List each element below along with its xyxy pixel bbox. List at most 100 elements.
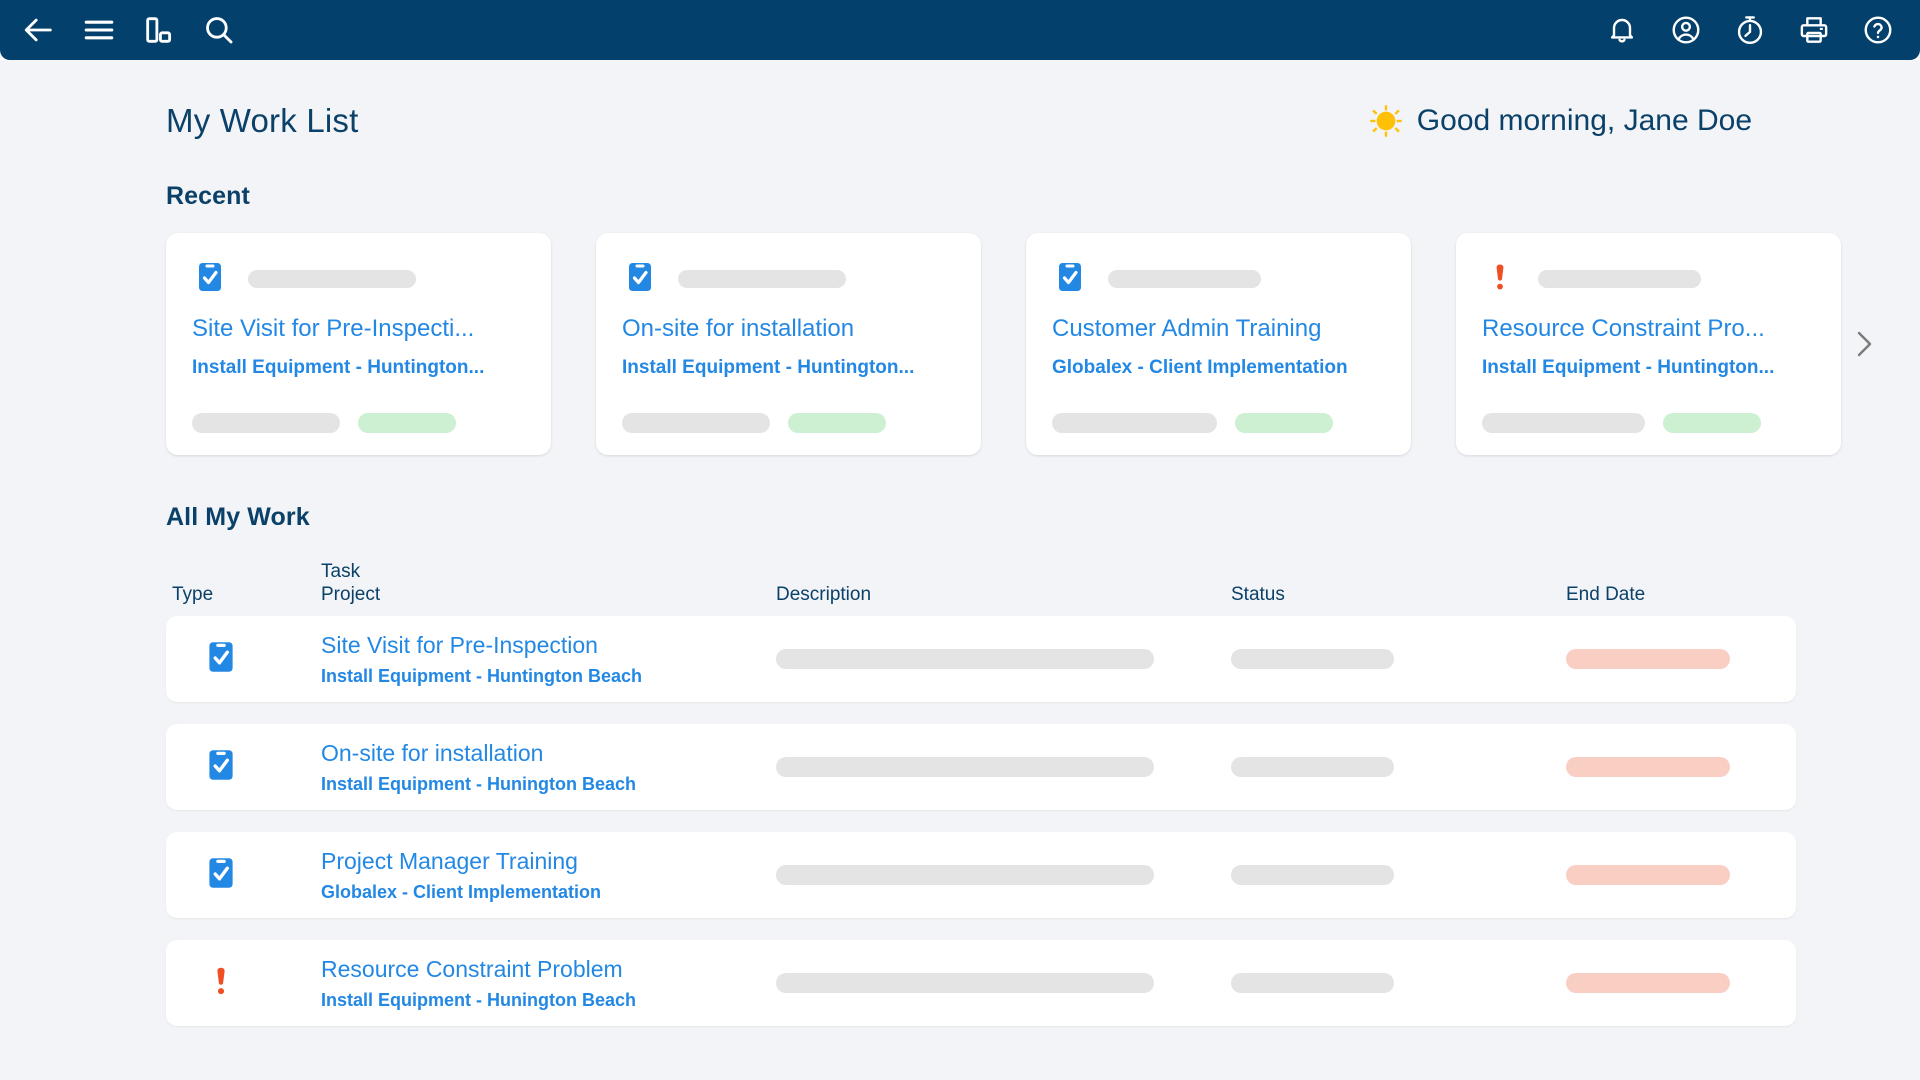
- recent-card-title: On-site for installation: [622, 315, 855, 342]
- table-row[interactable]: On-site for installation Install Equipme…: [166, 724, 1796, 811]
- back-arrow-icon[interactable]: [22, 13, 56, 47]
- description-skeleton: [776, 649, 1154, 670]
- row-task-name[interactable]: Project Manager Training: [321, 847, 776, 876]
- all-my-work-title: All My Work: [166, 503, 310, 531]
- row-status-cell: [1231, 973, 1566, 994]
- row-task-cell: Resource Constraint Problem Install Equi…: [321, 955, 776, 1012]
- clipboard-check-icon: [202, 638, 240, 681]
- bell-icon[interactable]: [1606, 14, 1638, 46]
- column-header-type: Type: [172, 584, 214, 606]
- recent-card-footer: [1052, 413, 1385, 433]
- chevron-right-icon[interactable]: [1844, 324, 1884, 364]
- recent-card[interactable]: Customer Admin Training Globalex - Clien…: [1026, 233, 1411, 455]
- row-task-name[interactable]: Site Visit for Pre-Inspection: [321, 631, 776, 660]
- row-task-cell: On-site for installation Install Equipme…: [321, 739, 776, 796]
- table-row[interactable]: Resource Constraint Problem Install Equi…: [166, 940, 1796, 1027]
- card-badge-skeleton: [1663, 413, 1761, 433]
- hamburger-menu-icon[interactable]: [82, 13, 116, 47]
- header-left-icon-group: [22, 13, 236, 47]
- row-status-cell: [1231, 757, 1566, 778]
- recent-card-footer: [192, 413, 525, 433]
- row-description-cell: [776, 757, 1231, 778]
- row-end-date-cell: [1566, 865, 1796, 886]
- clipboard-check-icon: [202, 746, 240, 789]
- page-content: My Work List Good morning, Jane Doe Rece…: [0, 60, 1920, 1080]
- recent-card-header: [1482, 259, 1815, 299]
- exclamation-icon: [202, 962, 240, 1005]
- card-badge-skeleton: [358, 413, 456, 433]
- app-header-bar: [0, 0, 1920, 60]
- help-icon[interactable]: [1862, 14, 1894, 46]
- user-account-icon[interactable]: [1670, 14, 1702, 46]
- greeting-text: Good morning, Jane Doe: [1416, 104, 1752, 137]
- recent-card[interactable]: On-site for installation Install Equipme…: [596, 233, 981, 455]
- recent-card-header: [192, 259, 525, 299]
- recent-card-project: Globalex - Client Implementation: [1052, 357, 1348, 378]
- recent-carousel: Site Visit for Pre-Inspecti... Install E…: [166, 233, 1920, 455]
- greeting-block: Good morning, Jane Doe: [1369, 104, 1800, 138]
- card-badge-skeleton: [1235, 413, 1333, 433]
- row-description-cell: [776, 973, 1231, 994]
- page-title: My Work List: [166, 102, 359, 139]
- card-status-skeleton: [622, 413, 770, 433]
- column-header-status: Status: [1231, 584, 1285, 606]
- search-icon[interactable]: [202, 13, 236, 47]
- description-skeleton: [776, 973, 1154, 994]
- recent-card-project: Install Equipment - Huntington...: [192, 357, 485, 378]
- card-skeleton-bar: [1538, 270, 1701, 288]
- card-skeleton-bar: [678, 270, 846, 288]
- page-title-row: My Work List Good morning, Jane Doe: [166, 102, 1800, 140]
- row-task-name[interactable]: On-site for installation: [321, 739, 776, 768]
- recent-card-footer: [1482, 413, 1815, 433]
- row-type-cell: [166, 854, 321, 897]
- end-date-skeleton: [1566, 865, 1730, 886]
- row-end-date-cell: [1566, 649, 1796, 670]
- page-bottom-edge: [0, 1054, 1920, 1080]
- recent-card[interactable]: Resource Constraint Pro... Install Equip…: [1456, 233, 1841, 455]
- row-type-cell: [166, 962, 321, 1005]
- printer-icon[interactable]: [1798, 14, 1830, 46]
- table-row[interactable]: Site Visit for Pre-Inspection Install Eq…: [166, 616, 1796, 703]
- row-description-cell: [776, 865, 1231, 886]
- clipboard-check-icon: [192, 259, 228, 300]
- row-project-name[interactable]: Install Equipment - Hunington Beach: [321, 988, 776, 1012]
- description-skeleton: [776, 865, 1154, 886]
- status-skeleton: [1231, 973, 1394, 994]
- recent-card-header: [622, 259, 955, 299]
- timer-icon[interactable]: [1734, 14, 1766, 46]
- work-table-header: Type Task Project Description Status End…: [166, 560, 1796, 616]
- row-task-cell: Project Manager Training Globalex - Clie…: [321, 847, 776, 904]
- row-project-name[interactable]: Install Equipment - Huntington Beach: [321, 664, 776, 688]
- card-skeleton-bar: [248, 270, 416, 288]
- all-my-work-section: All My Work Type Task Project Descriptio…: [166, 503, 1920, 1027]
- row-status-cell: [1231, 865, 1566, 886]
- row-status-cell: [1231, 649, 1566, 670]
- status-skeleton: [1231, 649, 1394, 670]
- card-status-skeleton: [1052, 413, 1217, 433]
- column-header-description: Description: [776, 584, 872, 606]
- clipboard-check-icon: [622, 259, 658, 300]
- row-end-date-cell: [1566, 973, 1796, 994]
- recent-card-title: Site Visit for Pre-Inspecti...: [192, 315, 475, 342]
- bar-chart-icon[interactable]: [142, 13, 176, 47]
- recent-card-project: Install Equipment - Huntington...: [1482, 357, 1775, 378]
- recent-card-title: Customer Admin Training: [1052, 315, 1322, 342]
- table-row[interactable]: Project Manager Training Globalex - Clie…: [166, 832, 1796, 919]
- clipboard-check-icon: [202, 854, 240, 897]
- work-table: Type Task Project Description Status End…: [166, 560, 1796, 1027]
- recent-card-footer: [622, 413, 955, 433]
- recent-card[interactable]: Site Visit for Pre-Inspecti... Install E…: [166, 233, 551, 455]
- row-end-date-cell: [1566, 757, 1796, 778]
- column-header-task-project: Task Project: [321, 560, 776, 606]
- recent-cards-list: Site Visit for Pre-Inspecti... Install E…: [166, 233, 1920, 455]
- recent-card-header: [1052, 259, 1385, 299]
- header-right-icon-group: [1606, 14, 1894, 46]
- column-header-project: Project: [321, 584, 381, 606]
- row-project-name[interactable]: Install Equipment - Hunington Beach: [321, 772, 776, 796]
- row-project-name[interactable]: Globalex - Client Implementation: [321, 880, 776, 904]
- card-badge-skeleton: [788, 413, 886, 433]
- row-task-name[interactable]: Resource Constraint Problem: [321, 955, 776, 984]
- description-skeleton: [776, 757, 1154, 778]
- row-type-cell: [166, 746, 321, 789]
- card-status-skeleton: [192, 413, 340, 433]
